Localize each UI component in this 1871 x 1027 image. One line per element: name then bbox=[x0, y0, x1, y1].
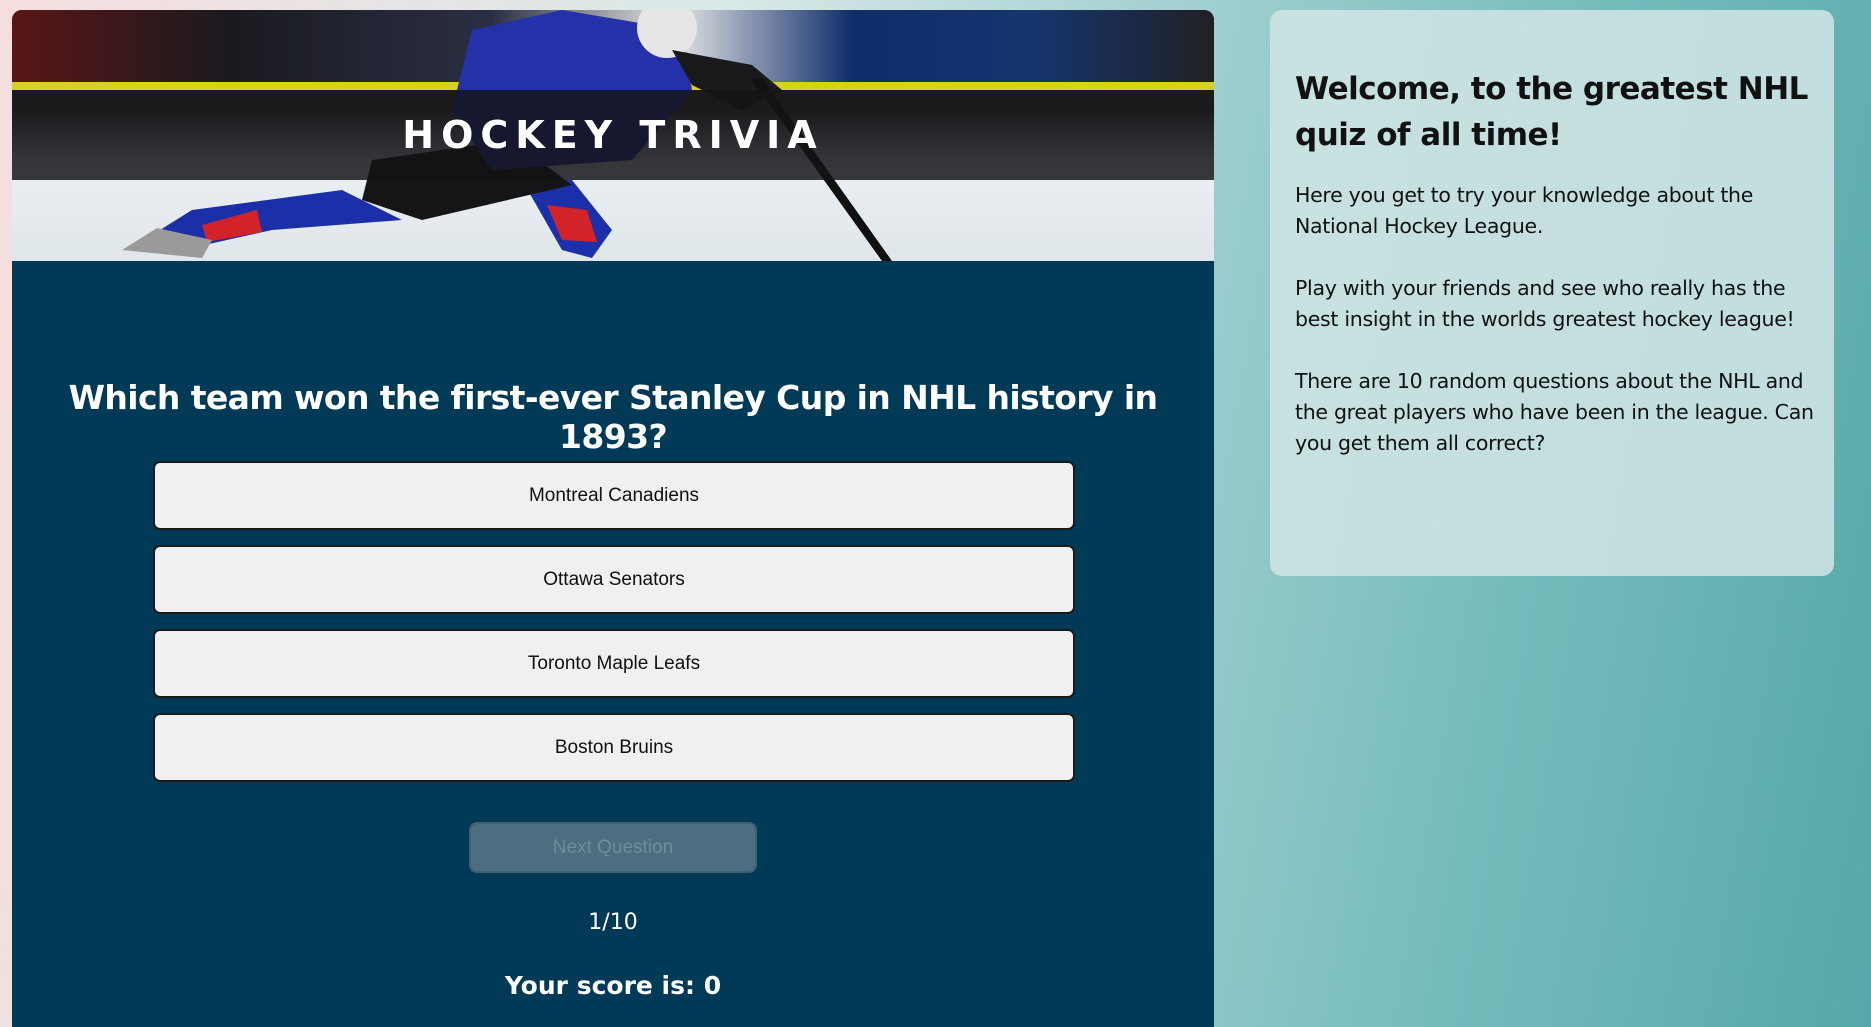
answer-list: Montreal Canadiens Ottawa Senators Toron… bbox=[153, 461, 1075, 797]
welcome-paragraph-2: Play with your friends and see who reall… bbox=[1295, 276, 1795, 331]
welcome-card: Welcome, to the greatest NHL quiz of all… bbox=[1270, 10, 1834, 576]
answer-button-3[interactable]: Toronto Maple Leafs bbox=[153, 629, 1075, 698]
answer-button-1[interactable]: Montreal Canadiens bbox=[153, 461, 1075, 530]
welcome-paragraph-1: Here you get to try your knowledge about… bbox=[1295, 183, 1754, 238]
answer-button-2[interactable]: Ottawa Senators bbox=[153, 545, 1075, 614]
welcome-paragraph-3: There are 10 random questions about the … bbox=[1295, 369, 1814, 455]
quiz-panel: HOCKEY TRIVIA Which team won the first-e… bbox=[12, 10, 1214, 1027]
title-band: HOCKEY TRIVIA bbox=[12, 90, 1214, 180]
question-text: Which team won the first-ever Stanley Cu… bbox=[68, 378, 1158, 456]
next-question-button[interactable]: Next Question bbox=[469, 822, 757, 873]
page-title: HOCKEY TRIVIA bbox=[402, 113, 824, 157]
welcome-title: Welcome, to the greatest NHL quiz of all… bbox=[1295, 71, 1808, 153]
answer-button-4[interactable]: Boston Bruins bbox=[153, 713, 1075, 782]
question-progress: 1/10 bbox=[588, 910, 638, 935]
score-text: Your score is: 0 bbox=[504, 971, 722, 1000]
hero-banner: HOCKEY TRIVIA bbox=[12, 10, 1214, 261]
